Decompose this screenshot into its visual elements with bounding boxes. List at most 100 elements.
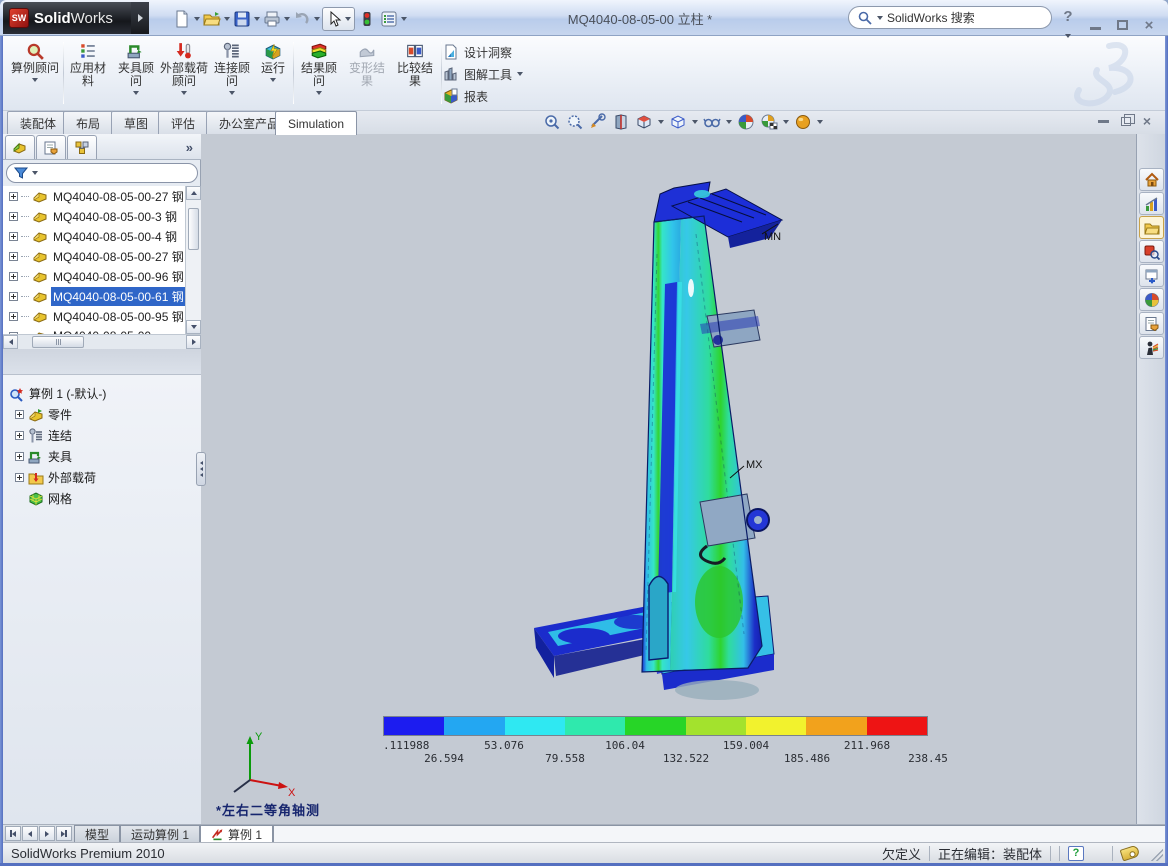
study-item-fixtures[interactable]: 夹具	[3, 446, 201, 467]
help-button[interactable]: ?	[1059, 8, 1077, 42]
zoom-fit-icon[interactable]	[543, 113, 561, 131]
feature-tree-tab[interactable]	[5, 135, 35, 159]
panel-splitter-handle[interactable]	[196, 452, 206, 486]
tree-item[interactable]: MQ4040-08-05-00-3 钢	[3, 206, 185, 226]
view-orientation-dropdown-icon[interactable]	[658, 120, 664, 124]
tree-item[interactable]: MQ4040-08-05-00-95 钢	[3, 306, 185, 326]
study-item-parts[interactable]: 零件	[3, 404, 201, 425]
display-style-icon[interactable]	[669, 113, 687, 131]
fixtures-advisor-button[interactable]: 夹具顾问	[113, 39, 159, 108]
doc-restore-button[interactable]	[1121, 117, 1131, 126]
close-button[interactable]: ×	[1140, 17, 1158, 34]
expand-icon[interactable]	[15, 410, 24, 419]
tree-item[interactable]: MQ4040-08-05-00-96 钢	[3, 266, 185, 286]
apply-scene-icon[interactable]	[760, 113, 778, 131]
open-dropdown-icon[interactable]	[224, 17, 230, 21]
resize-grip[interactable]	[1151, 849, 1163, 861]
results-advisor-button[interactable]: 结果顾问	[296, 39, 342, 108]
connections-advisor-button[interactable]: 连接顾问	[209, 39, 255, 108]
first-tab-button[interactable]	[5, 826, 21, 841]
save-button[interactable]	[232, 9, 252, 29]
view-settings-dropdown-icon[interactable]	[817, 120, 823, 124]
study-item-connections[interactable]: 连结	[3, 425, 201, 446]
drive-works-tab[interactable]	[1139, 336, 1164, 359]
file-explorer-tab[interactable]	[1139, 216, 1164, 239]
graphics-viewport[interactable]: MN MX .111988 53.076	[202, 134, 1136, 824]
options-dropdown-icon[interactable]	[401, 17, 407, 21]
study-advisor-button[interactable]: 算例顾问	[9, 39, 61, 108]
design-insight-button[interactable]: 设计洞察	[443, 41, 512, 63]
view-settings-icon[interactable]	[794, 113, 812, 131]
quick-tip-button[interactable]: ?	[1068, 846, 1084, 861]
doc-minimize-button[interactable]	[1098, 120, 1109, 123]
view-orientation-icon[interactable]	[635, 113, 653, 131]
expand-icon[interactable]	[9, 192, 18, 201]
plot-tools-button[interactable]: 图解工具	[443, 63, 523, 85]
scroll-right-button[interactable]	[186, 335, 201, 349]
study-item-mesh[interactable]: 网格	[3, 488, 201, 509]
expand-icon[interactable]	[9, 252, 18, 261]
results-dropdown-icon[interactable]	[316, 91, 322, 95]
expand-icon[interactable]	[9, 292, 18, 301]
panel-expand-button[interactable]: »	[186, 140, 199, 159]
tree-filter-box[interactable]	[6, 163, 198, 183]
custom-properties-tab[interactable]	[1139, 312, 1164, 335]
maximize-button[interactable]	[1113, 17, 1131, 34]
connections-dropdown-icon[interactable]	[229, 91, 235, 95]
expand-icon[interactable]	[9, 272, 18, 281]
expand-icon[interactable]	[9, 212, 18, 221]
tab-simulation[interactable]: Simulation	[275, 111, 357, 135]
external-loads-dropdown-icon[interactable]	[181, 91, 187, 95]
new-dropdown-icon[interactable]	[194, 17, 200, 21]
tree-item[interactable]: MQ4040-08-05-00-4 钢	[3, 226, 185, 246]
options-button[interactable]	[379, 9, 399, 29]
print-dropdown-icon[interactable]	[284, 17, 290, 21]
tree-horizontal-scrollbar[interactable]	[3, 334, 201, 349]
menu-expand-button[interactable]	[131, 2, 149, 34]
expand-icon[interactable]	[15, 431, 24, 440]
zoom-area-icon[interactable]	[566, 113, 584, 131]
next-tab-button[interactable]	[39, 826, 55, 841]
last-tab-button[interactable]	[56, 826, 72, 841]
tab-sketch[interactable]: 草图	[111, 111, 161, 134]
study-item-external-loads[interactable]: 外部载荷	[3, 467, 201, 488]
print-button[interactable]	[262, 9, 282, 29]
scroll-up-button[interactable]	[186, 186, 201, 200]
prev-tab-button[interactable]	[22, 826, 38, 841]
previous-view-icon[interactable]	[589, 113, 607, 131]
hide-show-dropdown-icon[interactable]	[726, 120, 732, 124]
new-document-button[interactable]	[172, 9, 192, 29]
tree-vertical-scrollbar[interactable]	[185, 186, 201, 334]
expand-icon[interactable]	[15, 452, 24, 461]
property-manager-tab[interactable]	[36, 135, 66, 159]
view-palette-tab[interactable]	[1139, 264, 1164, 287]
tag-icon[interactable]	[1120, 845, 1141, 862]
edit-appearance-icon[interactable]	[737, 113, 755, 131]
section-view-icon[interactable]	[612, 113, 630, 131]
tree-item[interactable]: MQ4040-08-05-00-27 钢	[3, 186, 185, 206]
plot-tools-dropdown-icon[interactable]	[517, 72, 523, 76]
minimize-button[interactable]	[1086, 17, 1104, 34]
search-input[interactable]: SolidWorks 搜索	[848, 6, 1052, 29]
display-style-dropdown-icon[interactable]	[692, 120, 698, 124]
filter-dropdown-icon[interactable]	[32, 171, 38, 175]
tab-evaluate[interactable]: 评估	[158, 111, 208, 134]
apply-material-button[interactable]: 应用材料	[65, 39, 111, 108]
panel-split-band[interactable]	[3, 349, 201, 375]
fixtures-dropdown-icon[interactable]	[133, 91, 139, 95]
select-dropdown-icon[interactable]	[345, 17, 351, 21]
select-tool-group[interactable]	[322, 7, 355, 31]
model-tab[interactable]: 模型	[74, 825, 120, 842]
scroll-thumb[interactable]	[32, 336, 84, 348]
hide-show-items-icon[interactable]	[703, 113, 721, 131]
study-root-item[interactable]: 算例 1 (-默认-)	[3, 383, 201, 404]
run-button[interactable]: 运行	[255, 39, 291, 108]
external-loads-button[interactable]: 外部载荷顾问	[159, 39, 209, 108]
expand-icon[interactable]	[9, 232, 18, 241]
tree-item[interactable]: MQ4040-08-05-00-27 钢	[3, 246, 185, 266]
rebuild-button[interactable]	[357, 9, 377, 29]
search-tab[interactable]	[1139, 240, 1164, 263]
apply-scene-dropdown-icon[interactable]	[783, 120, 789, 124]
undo-button[interactable]	[292, 9, 312, 29]
tree-item-selected[interactable]: MQ4040-08-05-00-61 钢	[3, 286, 185, 306]
